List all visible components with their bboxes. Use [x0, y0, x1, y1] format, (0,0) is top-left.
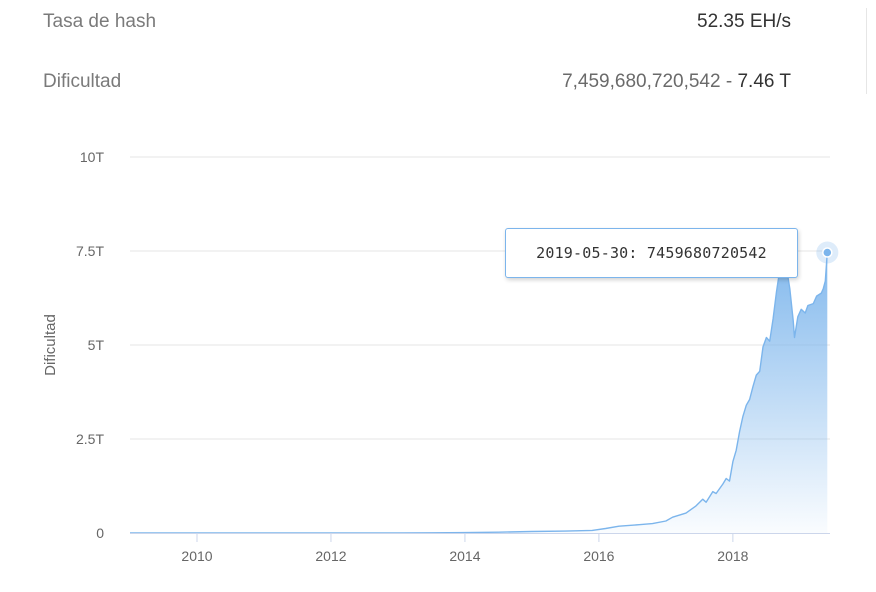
x-tick-label: 2012 — [315, 548, 346, 564]
y-tick-label: 2.5T — [76, 431, 104, 447]
series-area-fill — [130, 252, 828, 533]
highlight-marker[interactable] — [816, 241, 839, 264]
y-tick-label: 7.5T — [76, 243, 104, 259]
data-tooltip: 2019-05-30: 7459680720542 — [505, 228, 798, 278]
x-tick-label: 2014 — [449, 548, 480, 564]
y-tick-label: 5T — [88, 337, 105, 353]
series-area — [130, 252, 828, 534]
x-tick-label: 2010 — [181, 548, 212, 564]
difficulty-chart[interactable]: 0 2.5T 5T 7.5T 10T 2010 2012 2014 2016 2018 Dific… — [0, 0, 876, 592]
tooltip-text: 2019-05-30: 7459680720542 — [536, 244, 767, 262]
highlight-point — [822, 247, 833, 258]
y-tick-label: 10T — [80, 149, 105, 165]
y-tick-label: 0 — [96, 525, 104, 541]
x-tick-label: 2016 — [583, 548, 614, 564]
x-tick-label: 2018 — [717, 548, 748, 564]
grid-lines — [130, 156, 830, 440]
y-axis-title: Dificultad — [42, 314, 59, 376]
